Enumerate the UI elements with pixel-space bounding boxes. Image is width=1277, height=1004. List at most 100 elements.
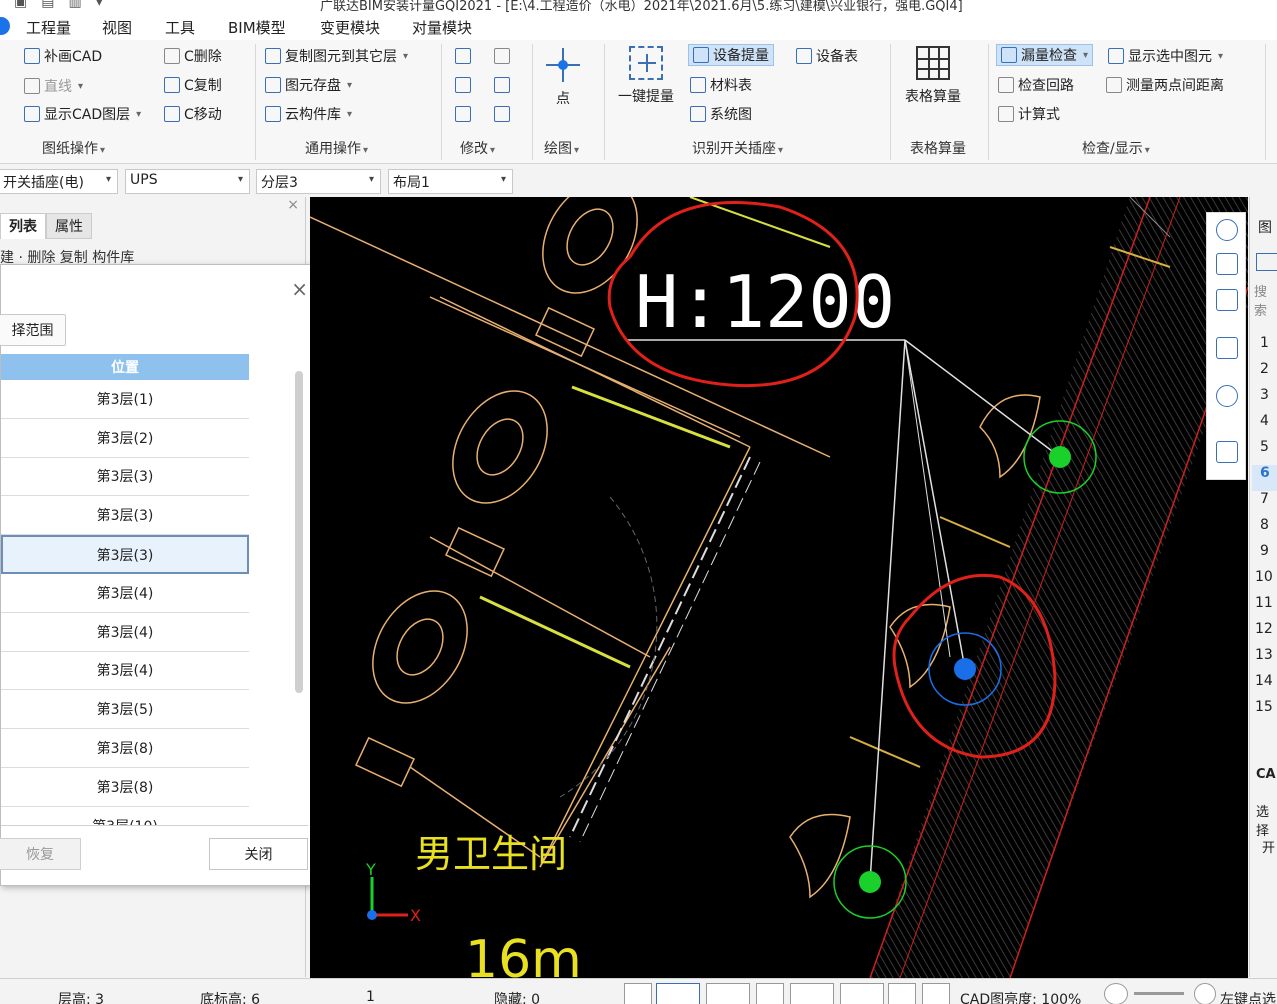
formula-button[interactable]: 计算式 [998,103,1060,125]
cloud-library-button[interactable]: 云构件库 ▾ [265,103,352,125]
cube-view-icon[interactable] [1216,289,1238,311]
layer-select[interactable]: 分层3 ▾ [256,169,381,194]
search-input[interactable]: 搜索 [1254,281,1277,319]
location-row[interactable]: 第3层(4) [1,651,249,691]
show-cad-layer-button[interactable]: 显示CAD图层 ▾ [24,103,141,125]
modify-offset-icon[interactable] [494,45,510,67]
close-button[interactable]: 关闭 [209,838,308,870]
location-row[interactable]: 第3层(4) [1,573,249,613]
display-settings-icon[interactable] [1216,441,1238,463]
restore-button[interactable]: 恢复 [0,838,81,870]
check-loop-button[interactable]: 检查回路 [998,74,1074,96]
measure-distance-button[interactable]: 测量两点间距离 [1106,74,1224,96]
c-delete-button[interactable]: C删除 [164,45,222,67]
group-label-drawing-ops[interactable]: 图纸操作 ▾ [42,138,105,158]
patch-cad-button[interactable]: 补画CAD [24,45,102,67]
socket-marker-dot[interactable] [1049,446,1071,468]
draw-point-button[interactable]: 点 [546,48,580,108]
location-row[interactable]: 第3层(4) [1,612,249,652]
location-row[interactable]: 第3层(3) [1,457,249,497]
menu-tools[interactable]: 工具 [165,17,195,38]
line-button[interactable]: 直线 ▾ [24,75,83,97]
3d-snap-toggle-icon[interactable] [706,983,750,1004]
add-icon[interactable] [1256,253,1277,271]
show-selected-element-button[interactable]: 显示选中图元 ▾ [1108,45,1223,67]
cross-toggle-icon[interactable] [756,983,784,1004]
snap-toggle-icon[interactable] [656,983,700,1004]
modify-mirror-icon[interactable] [494,74,510,96]
orbit-icon[interactable] [1216,219,1238,241]
group-label-switch-socket[interactable]: 识别开关插座 ▾ [692,138,783,158]
one-click-takeoff-button[interactable]: 一键提量 [618,46,674,106]
cad-toggle-icon[interactable] [922,983,950,1004]
solid-cube-icon[interactable] [1216,337,1238,359]
modify-copy-icon[interactable] [455,45,471,67]
layer-number[interactable]: 12 [1252,621,1277,647]
c-move-button[interactable]: C移动 [164,103,222,125]
copy-to-other-floor-button[interactable]: 复制图元到其它层 ▾ [265,45,408,67]
display-toggle-icon[interactable] [888,983,916,1004]
brightness-slider[interactable] [1134,992,1184,995]
layer-number[interactable]: 2 [1252,361,1277,387]
menu-quantity[interactable]: 工程量 [26,17,71,38]
layer-number[interactable]: 11 [1252,595,1277,621]
brightness-plus-icon[interactable] [1194,983,1216,1004]
element-save-button[interactable]: 图元存盘 ▾ [265,74,352,96]
group-label-check-display[interactable]: 检查/显示 ▾ [1082,138,1150,158]
angle-toggle-icon[interactable] [790,983,834,1004]
tab-list[interactable]: 列表 [0,213,46,239]
customize-icon[interactable]: ▾ [96,0,103,10]
socket-marker-selected-dot[interactable] [954,658,976,680]
material-table-button[interactable]: 材料表 [690,74,752,96]
layer-number[interactable]: 9 [1252,543,1277,569]
c-copy-button[interactable]: C复制 [164,74,222,96]
select-label[interactable]: 选择 [1256,801,1277,839]
save-icon[interactable]: ▣ [14,0,27,10]
layer-number[interactable]: 7 [1252,491,1277,517]
app-logo-icon[interactable] [0,17,10,35]
location-row[interactable]: 第3层(2) [1,418,249,458]
menu-bim-model[interactable]: BIM模型 [228,17,286,38]
dialog-close-icon[interactable]: × [291,277,308,301]
open-label[interactable]: 开 [1262,837,1275,856]
group-label-modify[interactable]: 修改 ▾ [460,138,495,158]
modify-rotate-icon[interactable] [494,103,510,125]
layer-number[interactable]: 1 [1252,335,1277,361]
undo-icon[interactable]: ▤ [41,0,54,10]
menu-view[interactable]: 视图 [102,17,132,38]
redo-icon[interactable]: ▥ [68,0,81,10]
layer-number[interactable]: 8 [1252,517,1277,543]
rotate-icon[interactable] [1216,385,1238,407]
modify-move-icon[interactable] [455,74,471,96]
menu-change-module[interactable]: 变更模块 [320,17,380,38]
brightness-minus-icon[interactable] [1104,983,1128,1004]
equipment-table-button[interactable]: 设备表 [796,45,858,67]
menu-reconcile-module[interactable]: 对量模块 [412,17,472,38]
layer-number-selected[interactable]: 6 [1252,465,1277,491]
location-row[interactable]: 第3层(8) [1,729,249,768]
layer-number[interactable]: 10 [1252,569,1277,595]
group-label-general-ops[interactable]: 通用操作 ▾ [305,138,368,158]
cad-drawing-canvas[interactable]: H:1200 男卫生间 16m Y X [310,197,1248,978]
location-row[interactable]: 第3层(1) [1,380,249,419]
layout-select[interactable]: 布局1 ▾ [388,169,513,194]
layer-number[interactable]: 4 [1252,413,1277,439]
tab-properties[interactable]: 属性 [46,213,92,239]
layer-number[interactable]: 14 [1252,673,1277,699]
equipment-takeoff-button[interactable]: 设备提量 [688,44,774,66]
location-row[interactable]: 第3层(3) [1,496,249,536]
location-row-selected[interactable]: 第3层(3) [1,535,249,574]
location-row[interactable]: 第3层(8) [1,767,249,807]
socket-marker-dot[interactable] [859,871,881,893]
component-type-select[interactable]: 开关插座(电) ▾ [0,169,118,194]
component-select[interactable]: UPS ▾ [125,169,250,194]
location-row[interactable]: 第3层(10) [1,806,249,825]
select-range-button[interactable]: 择范围 [0,314,66,346]
system-diagram-button[interactable]: 系统图 [690,103,752,125]
layer-number[interactable]: 3 [1252,387,1277,413]
group-label-draw[interactable]: 绘图 ▾ [544,138,579,158]
layer-number[interactable]: 15 [1252,699,1277,725]
ortho-toggle-icon[interactable] [624,983,652,1004]
leak-check-button[interactable]: 漏量检查 ▾ [996,44,1094,66]
list-scrollbar[interactable] [295,371,303,693]
